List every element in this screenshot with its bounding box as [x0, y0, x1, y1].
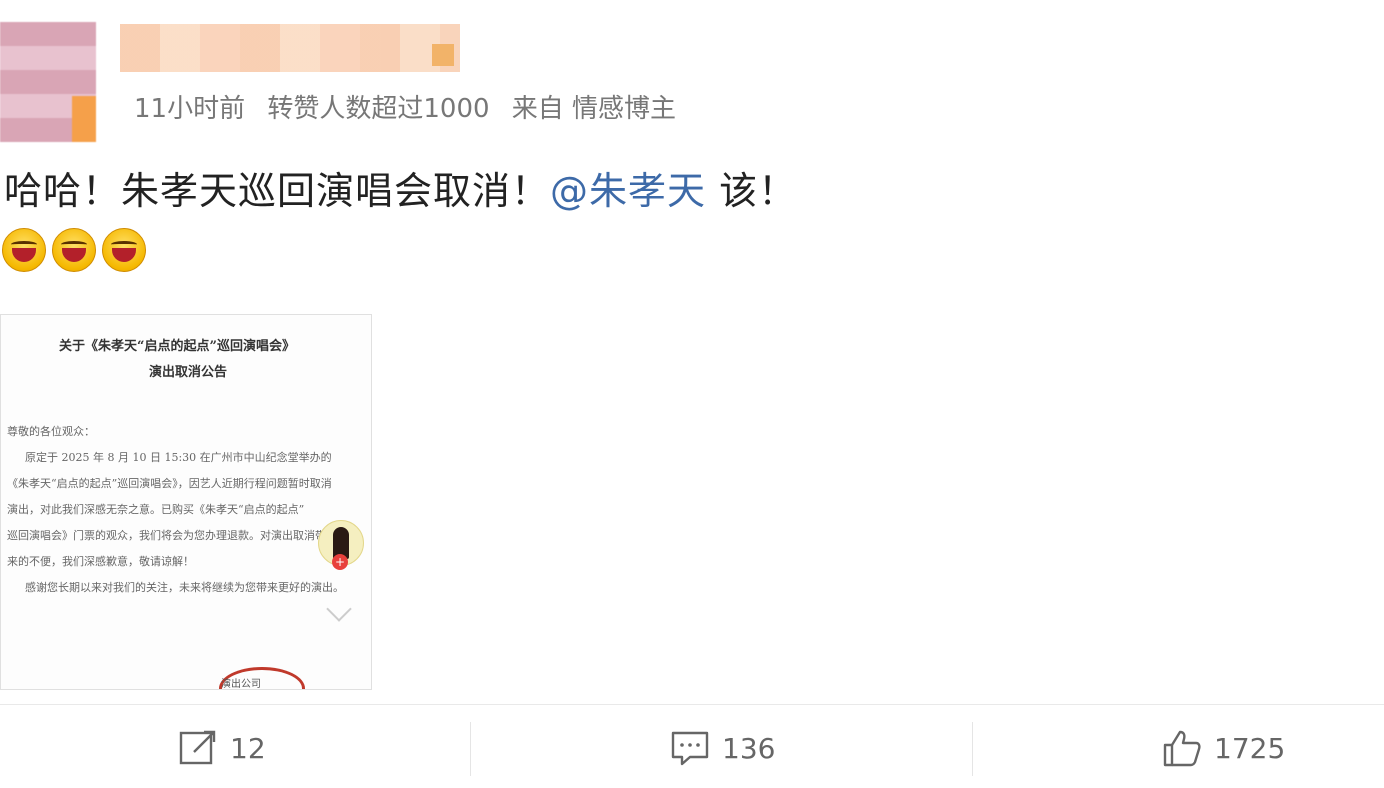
comment-icon — [671, 731, 709, 766]
comment-button[interactable]: 136 — [670, 726, 775, 770]
notice-line: 原定于 2025 年 8 月 10 日 15:30 在广州市中山纪念堂举办的 — [25, 451, 332, 464]
post-source[interactable]: 来自 情感博主 — [512, 94, 676, 124]
repost-count: 12 — [230, 731, 266, 765]
attached-image-notice[interactable]: 关于《朱孝天“启点的起点”巡回演唱会》 演出取消公告 尊敬的各位观众： 原定于 … — [0, 314, 372, 690]
notice-subtitle: 演出取消公告 — [149, 365, 228, 380]
like-count: 1725 — [1214, 731, 1286, 765]
notice-line: 演出，对此我们深感无奈之意。已购买《朱孝天“启点的起点” — [7, 503, 305, 516]
post-meta: 11小时前 转赞人数超过1000 来自 情感博主 — [134, 88, 690, 125]
comment-count: 136 — [722, 731, 776, 765]
divider — [470, 722, 471, 776]
post-tail: 该！ — [706, 169, 798, 213]
mention-link[interactable]: @朱孝天 — [550, 169, 706, 213]
notice-line: 尊敬的各位观众： — [7, 425, 95, 438]
post-text: 哈哈！朱孝天巡回演唱会取消！@朱孝天 该！ — [4, 160, 797, 215]
plus-badge-icon[interactable]: + — [332, 554, 348, 570]
notice-line: 感谢您长期以来对我们的关注，未来将继续为您带来更好的演出。 — [25, 581, 344, 594]
notice-line: 来的不便，我们深感歉意，敬请谅解！ — [7, 555, 194, 568]
emoji-row — [2, 228, 146, 272]
share-icon — [179, 730, 216, 765]
post-time: 11小时前 — [134, 94, 246, 124]
thumbs-up-icon — [1163, 730, 1201, 767]
notice-line: 《朱孝天“启点的起点”巡回演唱会》，因艺人近期行程问题暂时取消 — [7, 477, 332, 490]
laugh-emoji-icon — [52, 228, 96, 272]
notice-signature: 演出公司 — [221, 679, 261, 690]
post-body: 哈哈！朱孝天巡回演唱会取消！ — [4, 169, 551, 213]
repost-button[interactable]: 12 — [178, 726, 266, 770]
divider — [0, 704, 1384, 705]
laugh-emoji-icon — [102, 228, 146, 272]
notice-line: 巡回演唱会》门票的观众，我们将会为您办理退款。对演出取消带 — [7, 529, 326, 542]
repost-note: 转赞人数超过1000 — [267, 94, 490, 124]
laugh-emoji-icon — [2, 228, 46, 272]
like-button[interactable]: 1725 — [1162, 726, 1285, 770]
notice-title: 关于《朱孝天“启点的起点”巡回演唱会》 — [59, 339, 295, 354]
divider — [972, 722, 973, 776]
username-blurred[interactable] — [120, 24, 460, 72]
avatar[interactable] — [0, 22, 96, 142]
